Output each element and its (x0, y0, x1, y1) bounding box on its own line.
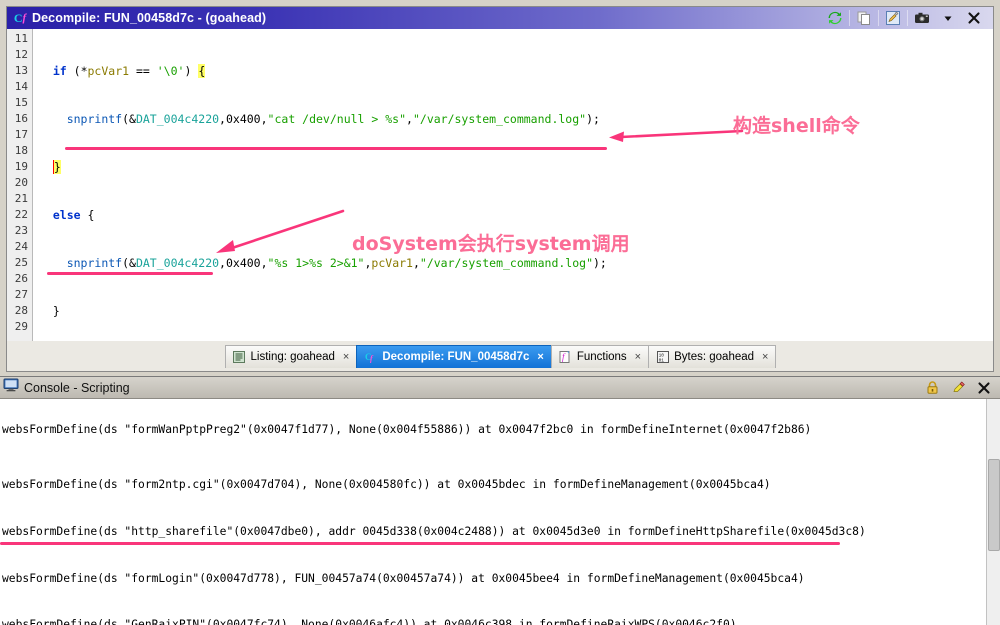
toolbar-separator-3 (907, 10, 908, 26)
annotation-underline-dosystem (47, 272, 213, 275)
edit-icon[interactable] (880, 8, 906, 28)
console-output[interactable]: websFormDefine(ds "formWanPptpPreg2"(0x0… (0, 399, 1000, 625)
decompile-source-text[interactable]: if (*pcVar1 == '\0') { snprintf(&DAT_004… (33, 29, 993, 341)
line-number: 28 (7, 303, 28, 319)
code-line: else { (39, 207, 993, 223)
console-scroll-thumb[interactable] (988, 459, 1000, 551)
line-number: 14 (7, 79, 28, 95)
code-line: } (39, 159, 993, 175)
decompile-window-title: Decompile: FUN_00458d7c - (goahead) (32, 11, 266, 25)
tab-label: Functions (577, 351, 627, 363)
toolbar-separator-1 (849, 10, 850, 26)
line-number: 20 (7, 175, 28, 191)
tab-close-icon[interactable]: × (343, 351, 349, 363)
toolbar-separator-2 (878, 10, 879, 26)
annotation-arrow-shell (607, 125, 747, 147)
annotation-arrow-dosystem (213, 207, 353, 257)
line-number: 11 (7, 31, 28, 47)
console-monitor-icon (3, 377, 19, 398)
line-number-gutter: 11 12 13 14 15 16 17 18 19 20 21 22 23 2… (7, 29, 33, 341)
tab-close-icon[interactable]: × (762, 351, 768, 363)
snapshot-icon[interactable] (909, 8, 935, 28)
tab-decompile-fun-00458d7c[interactable]: Cf Decompile: FUN_00458d7c × (356, 345, 551, 368)
line-number: 26 (7, 271, 28, 287)
line-number: 24 (7, 239, 28, 255)
code-line: snprintf(&DAT_004c4220,0x400,"%s 1>%s 2>… (39, 255, 993, 271)
line-number: 13 (7, 63, 28, 79)
tab-functions[interactable]: f Functions × (551, 345, 649, 368)
line-number: 19 (7, 159, 28, 175)
console-line: websFormDefine(ds "formLogin"(0x0047d778… (2, 571, 1000, 587)
close-icon[interactable] (961, 8, 987, 28)
console-header: Console - Scripting (0, 377, 1000, 399)
close-icon[interactable] (971, 378, 997, 398)
eraser-icon[interactable] (945, 378, 971, 398)
annotation-shell-command-text: 构造shell命令 (733, 111, 860, 138)
line-number: 16 (7, 111, 28, 127)
line-number: 17 (7, 127, 28, 143)
line-number: 15 (7, 95, 28, 111)
line-number: 22 (7, 207, 28, 223)
console-line: websFormDefine(ds "formWanPptpPreg2"(0x0… (2, 422, 1000, 438)
line-number: 29 (7, 319, 28, 335)
console-highlight-underline (0, 542, 840, 545)
refresh-icon[interactable] (822, 8, 848, 28)
tab-close-icon[interactable]: × (537, 351, 543, 363)
bytes-icon: 1001 (656, 350, 669, 363)
console-line: websFormDefine(ds "http_sharefile"(0x004… (2, 524, 1000, 540)
functions-icon: f (559, 350, 572, 363)
console-window: Console - Scripting (0, 376, 1000, 625)
tab-label: Decompile: FUN_00458d7c (382, 351, 529, 363)
cf-decompile-icon: Cf (12, 10, 28, 26)
console-line: websFormDefine(ds "form2ntp.cgi"(0x0047d… (2, 477, 1000, 493)
code-line: } (39, 303, 993, 319)
app-root: Cf Decompile: FUN_00458d7c - (goahead) (0, 0, 1000, 625)
lock-icon[interactable] (919, 378, 945, 398)
decompile-icon: Cf (364, 350, 377, 363)
line-number: 25 (7, 255, 28, 271)
line-number: 18 (7, 143, 28, 159)
console-scrollbar[interactable] (986, 399, 1000, 625)
dropdown-arrow-icon[interactable] (935, 8, 961, 28)
listing-icon (233, 350, 246, 363)
tab-label: Bytes: goahead (674, 351, 754, 363)
line-number: 23 (7, 223, 28, 239)
line-number: 21 (7, 191, 28, 207)
line-number: 27 (7, 287, 28, 303)
console-title: Console - Scripting (24, 381, 130, 395)
decompile-tabstrip: Listing: goahead × Cf Decompile: FUN_004… (7, 341, 993, 371)
svg-text:f: f (370, 354, 374, 363)
copy-icon[interactable] (851, 8, 877, 28)
decompile-code-area[interactable]: 11 12 13 14 15 16 17 18 19 20 21 22 23 2… (7, 29, 993, 342)
tab-label: Listing: goahead (251, 351, 335, 363)
decompile-toolbar (822, 8, 991, 28)
decompile-titlebar: Cf Decompile: FUN_00458d7c - (goahead) (7, 7, 993, 29)
svg-text:01: 01 (658, 357, 664, 363)
annotation-underline-snprintf (65, 147, 607, 150)
code-line: if (*pcVar1 == '\0') { (39, 63, 993, 79)
tab-listing-goahead[interactable]: Listing: goahead × (225, 345, 358, 368)
line-number: 12 (7, 47, 28, 63)
tab-close-icon[interactable]: × (635, 351, 641, 363)
tab-bytes-goahead[interactable]: 1001 Bytes: goahead × (648, 345, 776, 368)
annotation-dosystem-text: doSystem会执行system调用 (352, 229, 630, 256)
console-line: websFormDefine(ds "GenRaixPIN"(0x0047fc7… (2, 617, 1000, 625)
decompile-window: Cf Decompile: FUN_00458d7c - (goahead) (6, 6, 994, 372)
